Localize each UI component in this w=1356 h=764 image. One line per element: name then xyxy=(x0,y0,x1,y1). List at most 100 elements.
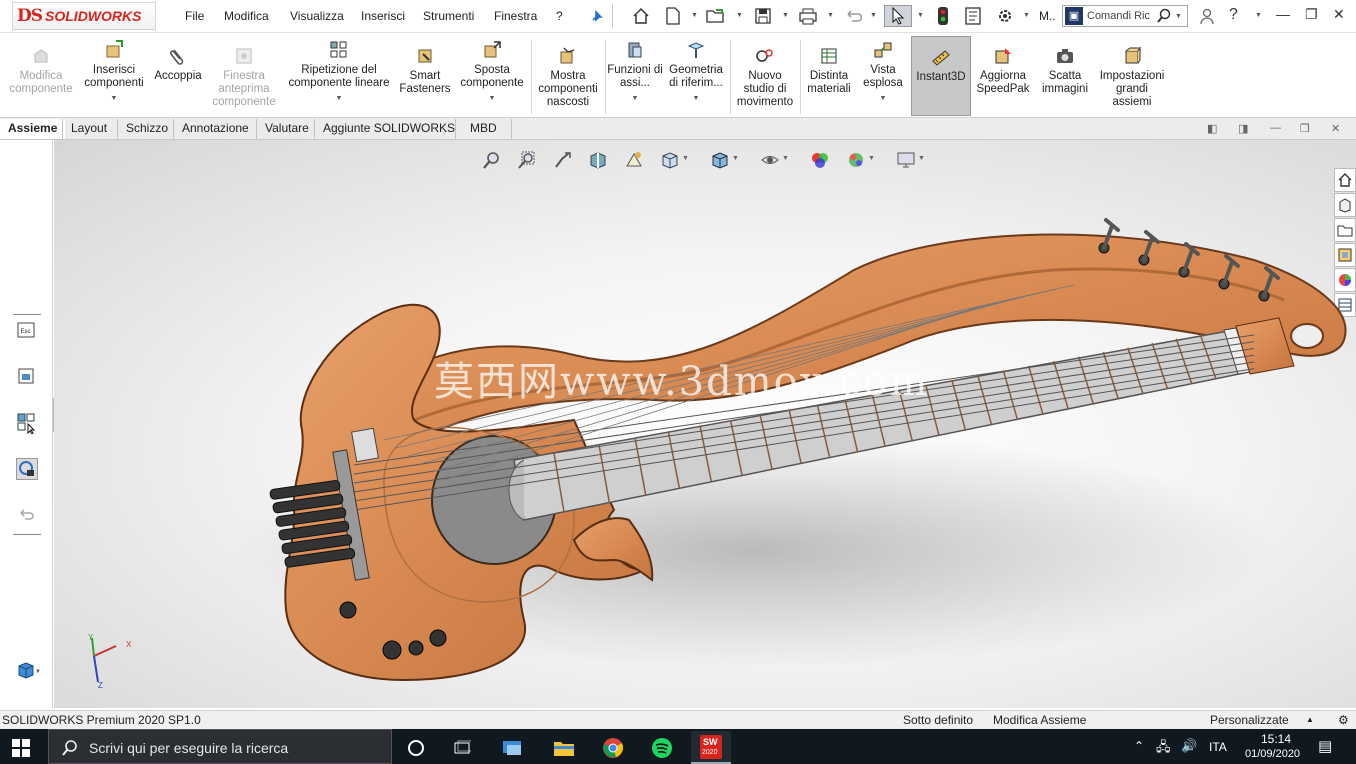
blend-knob[interactable] xyxy=(429,629,447,647)
chevron-down-icon[interactable]: ▼ xyxy=(1175,13,1182,20)
home-icon[interactable] xyxy=(630,5,652,27)
tab-mbd[interactable]: MBD xyxy=(455,119,512,139)
graphics-area[interactable]: ▼ ▼ ▼ ▼ ▼ 莫西网www.3dmox.com X Y Z xyxy=(54,140,1356,708)
instant3d-button[interactable]: Instant3D xyxy=(911,36,971,116)
language-indicator[interactable]: ITA xyxy=(1209,740,1227,754)
rebuild-traffic-light-icon[interactable] xyxy=(932,5,954,27)
close-doc-button[interactable]: ✕ xyxy=(1331,122,1340,135)
chevron-down-icon[interactable]: ▼ xyxy=(691,12,698,20)
clock-date[interactable]: 01/09/2020 xyxy=(1245,748,1300,760)
command-search-input[interactable]: Comandi Ric xyxy=(1087,10,1150,22)
cortana-icon[interactable] xyxy=(396,731,436,764)
chevron-down-icon[interactable]: ▼ xyxy=(917,12,924,20)
tab-schizzo[interactable]: Schizzo xyxy=(117,119,176,139)
file-properties-icon[interactable] xyxy=(962,5,984,27)
model-guitar-harp[interactable]: 莫西网www.3dmox.com xyxy=(54,140,1356,708)
tone-knob[interactable] xyxy=(382,640,402,660)
tab-annotazione[interactable]: Annotazione xyxy=(173,119,257,139)
remote-desktop-icon[interactable] xyxy=(493,731,533,764)
chevron-down-icon[interactable]: ▼ xyxy=(1255,12,1262,20)
sposta-componente-button[interactable]: Sposta componente ▼ xyxy=(456,36,528,116)
chevron-down-icon[interactable]: ▼ xyxy=(665,92,727,105)
tab-assieme[interactable]: Assieme xyxy=(0,119,66,139)
ripetizione-lineare-button[interactable]: Ripetizione del componente lineare ▼ xyxy=(283,36,395,116)
vista-esplosa-button[interactable]: Vista esplosa ▼ xyxy=(858,36,908,116)
menu-strumenti[interactable]: Strumenti xyxy=(423,9,474,23)
aggiorna-speedpak-button[interactable]: Aggiorna SpeedPak xyxy=(974,36,1032,116)
chevron-up-icon[interactable]: ⌃ xyxy=(1134,739,1144,753)
pin-icon[interactable] xyxy=(586,5,608,27)
chrome-icon[interactable] xyxy=(593,731,633,764)
solidworks-taskbar-icon[interactable]: SW 2020 xyxy=(691,731,731,764)
geometria-riferimento-button[interactable]: Geometria di riferim... ▼ xyxy=(665,36,727,116)
restore-doc-button[interactable]: ❐ xyxy=(1300,122,1310,135)
select-cursor-icon[interactable] xyxy=(884,5,912,27)
lock-rotation-icon[interactable] xyxy=(16,458,38,480)
tab-valutare[interactable]: Valutare xyxy=(256,119,317,139)
help-icon[interactable]: ? xyxy=(1229,6,1238,24)
volume-icon[interactable]: 🔊 xyxy=(1181,738,1197,754)
task-view-icon[interactable] xyxy=(442,731,482,764)
new-document-icon[interactable] xyxy=(662,5,684,27)
print-icon[interactable] xyxy=(797,5,819,27)
rebuild-status-icon[interactable]: ⚙ xyxy=(1338,713,1349,727)
chevron-down-icon[interactable]: ▼ xyxy=(456,92,528,105)
save-icon[interactable] xyxy=(752,5,774,27)
accoppia-button[interactable]: Accoppia xyxy=(150,36,206,116)
notifications-icon[interactable]: ▤ xyxy=(1318,737,1332,755)
chevron-down-icon[interactable]: ▼ xyxy=(858,92,908,105)
studio-movimento-button[interactable]: Nuovo studio di movimento xyxy=(732,36,798,116)
chevron-up-icon[interactable]: ▲ xyxy=(1306,715,1314,724)
finestra-anteprima-button[interactable]: Finestra anteprima componente xyxy=(208,36,280,116)
smart-fasteners-button[interactable]: Smart Fasteners xyxy=(396,36,454,116)
close-window-button[interactable]: ✕ xyxy=(1333,6,1345,23)
clock-time[interactable]: 15:14 xyxy=(1261,732,1291,746)
chevron-down-icon[interactable]: ▼ xyxy=(607,92,663,105)
options-gear-icon[interactable] xyxy=(994,5,1016,27)
distinta-materiali-button[interactable]: Distinta materiali xyxy=(802,36,856,116)
tab-aggiunte-solidworks[interactable]: Aggiunte SOLIDWORKS xyxy=(314,119,463,139)
chevron-down-icon[interactable]: ▼ xyxy=(283,92,395,105)
menu-file[interactable]: File xyxy=(185,9,204,23)
quick-view-icon[interactable] xyxy=(16,366,38,388)
menu-modifica[interactable]: Modifica xyxy=(224,9,269,23)
undo-selection-icon[interactable] xyxy=(16,504,38,526)
command-search-box[interactable]: ▣ Comandi Ric ▼ xyxy=(1062,5,1188,27)
volume-knob[interactable] xyxy=(339,601,357,619)
windows-start-icon[interactable] xyxy=(12,739,30,757)
modifica-componente-button[interactable]: Modifica componente xyxy=(4,36,78,116)
funzioni-assieme-button[interactable]: Funzioni di assi... ▼ xyxy=(607,36,663,116)
chevron-down-icon[interactable]: ▼ xyxy=(827,12,834,20)
menu-visualizza[interactable]: Visualizza xyxy=(290,9,344,23)
solidworks-logo[interactable]: DS SOLIDWORKS xyxy=(12,2,156,30)
tile-right-icon[interactable]: ◨ xyxy=(1238,122,1248,135)
units-customize[interactable]: Personalizzate xyxy=(1210,713,1289,727)
tile-left-icon[interactable]: ◧ xyxy=(1207,122,1217,135)
minimize-window-button[interactable]: — xyxy=(1276,6,1290,22)
menu-inserisci[interactable]: Inserisci xyxy=(361,9,405,23)
file-explorer-taskbar-icon[interactable] xyxy=(544,731,584,764)
minimize-doc-button[interactable]: — xyxy=(1270,122,1281,134)
menu-finestra[interactable]: Finestra xyxy=(494,9,537,23)
spotify-icon[interactable] xyxy=(642,731,682,764)
undo-icon[interactable] xyxy=(842,5,864,27)
chevron-down-icon[interactable]: ▼ xyxy=(782,12,789,20)
chevron-down-icon[interactable]: ▼ xyxy=(80,92,148,105)
taskbar-search-box[interactable]: Scrivi qui per eseguire la ricerca xyxy=(48,729,392,764)
restore-window-button[interactable]: ❐ xyxy=(1305,6,1318,23)
search-icon[interactable] xyxy=(1156,8,1172,24)
pickup-knob[interactable] xyxy=(408,640,424,656)
escape-icon[interactable]: Esc xyxy=(16,320,38,342)
chevron-down-icon[interactable]: ▼ xyxy=(736,12,743,20)
tab-layout[interactable]: Layout xyxy=(62,119,115,139)
select-components-icon[interactable] xyxy=(16,412,38,435)
scatta-immagini-button[interactable]: Scatta immagini xyxy=(1036,36,1094,116)
chevron-down-icon[interactable]: ▼ xyxy=(870,12,877,20)
network-icon[interactable]: 🖧 xyxy=(1156,738,1171,760)
overflow-menu[interactable]: M.. xyxy=(1039,9,1056,23)
mostra-nascosti-button[interactable]: Mostra componenti nascosti xyxy=(533,36,603,116)
view-orientation-cube-icon[interactable]: ▼ xyxy=(16,660,41,682)
inserisci-componenti-button[interactable]: Inserisci componenti ▼ xyxy=(80,36,148,116)
chevron-down-icon[interactable]: ▼ xyxy=(1023,12,1030,20)
impostazioni-grandi-assiemi-button[interactable]: Impostazioni grandi assiemi xyxy=(1096,36,1168,116)
